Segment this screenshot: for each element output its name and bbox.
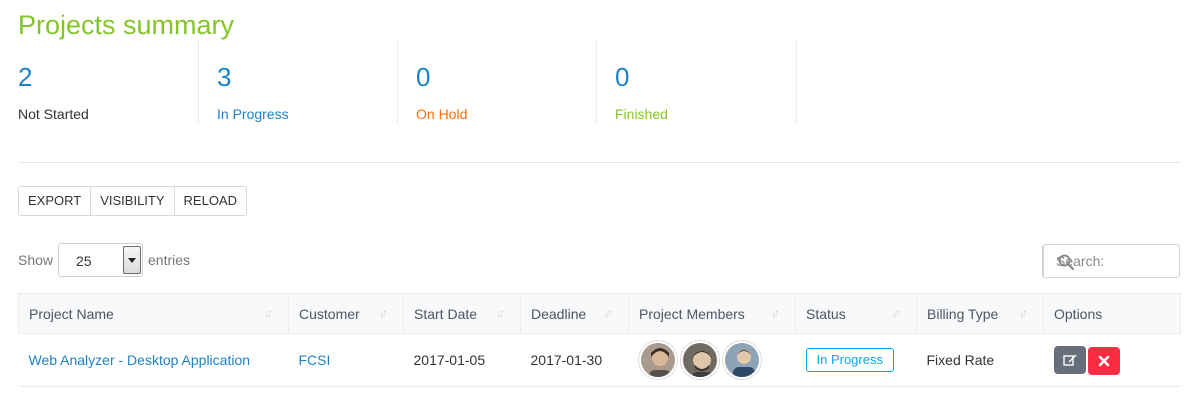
entries-label: entries xyxy=(148,252,191,268)
avatar[interactable] xyxy=(722,341,761,379)
export-button[interactable]: EXPORT xyxy=(19,187,92,215)
column-header-label: Billing Type xyxy=(927,305,999,322)
stat-label[interactable]: On Hold xyxy=(416,106,467,122)
sort-icon: ↓↑ xyxy=(604,306,613,320)
stat-label[interactable]: Finished xyxy=(615,106,668,122)
delete-button[interactable] xyxy=(1087,346,1120,375)
edit-button[interactable] xyxy=(1053,345,1086,374)
stat-count: 3 xyxy=(217,62,232,92)
project-members xyxy=(638,341,786,379)
stat-count: 2 xyxy=(18,62,33,92)
stat-count: 0 xyxy=(416,62,431,92)
column-header-options: Options xyxy=(1043,293,1181,334)
column-header-billing-type[interactable]: Billing Type ↓↑ xyxy=(916,293,1044,334)
visibility-button[interactable]: VISIBILITY xyxy=(91,187,175,215)
sort-icon: ↓↑ xyxy=(1019,306,1028,320)
deadline: 2017-01-30 xyxy=(520,333,629,387)
avatar[interactable] xyxy=(680,341,719,379)
column-header-label: Project Name xyxy=(29,305,114,322)
stat-label[interactable]: Not Started xyxy=(18,106,89,122)
sort-icon: ↓↑ xyxy=(771,306,780,320)
status-badge: In Progress xyxy=(805,348,894,372)
search-icon xyxy=(1043,245,1074,277)
page-length-value: 25 xyxy=(76,253,92,269)
page-title: Projects summary xyxy=(18,10,235,40)
project-name-link[interactable]: Web Analyzer - Desktop Application xyxy=(29,352,251,368)
stat-in-progress: 3 In Progress xyxy=(199,40,398,124)
column-header-label: Project Members xyxy=(639,305,745,322)
column-header-project-name[interactable]: Project Name ↓↑ xyxy=(18,293,289,334)
column-header-label: Options xyxy=(1054,305,1103,322)
sort-icon: ↓↑ xyxy=(892,306,901,320)
sort-icon: ↓↑ xyxy=(496,306,505,320)
stat-not-started: 2 Not Started xyxy=(0,40,199,124)
column-header-deadline[interactable]: Deadline ↓↑ xyxy=(520,293,629,334)
stat-count: 0 xyxy=(615,62,630,92)
column-header-project-members[interactable]: Project Members ↓↑ xyxy=(628,293,796,334)
customer-link[interactable]: FCSI xyxy=(299,352,331,368)
stat-label[interactable]: In Progress xyxy=(217,106,289,122)
table-row: Web Analyzer - Desktop Application FCSI … xyxy=(18,333,1181,387)
column-header-customer[interactable]: Customer ↓↑ xyxy=(288,293,404,334)
edit-icon xyxy=(1062,354,1076,366)
divider xyxy=(18,162,1180,163)
search-box xyxy=(1042,244,1180,278)
projects-table: Project Name ↓↑ Customer ↓↑ Start Date ↓↑ D… xyxy=(18,293,1181,400)
table-toolbar: EXPORT VISIBILITY RELOAD xyxy=(18,186,247,216)
project-summary-stats: 2 Not Started 3 In Progress 0 On Hold 0 … xyxy=(0,40,800,124)
show-label: Show xyxy=(18,252,54,268)
stat-on-hold: 0 On Hold xyxy=(398,40,597,124)
sort-icon: ↓↑ xyxy=(264,306,273,320)
column-header-label: Status xyxy=(806,305,846,322)
sort-icon: ↓↑ xyxy=(379,306,388,320)
reload-button[interactable]: RELOAD xyxy=(174,187,246,215)
page-length-select[interactable]: 25 xyxy=(58,243,143,277)
column-header-label: Customer xyxy=(299,305,360,322)
close-icon xyxy=(1098,355,1109,366)
column-header-start-date[interactable]: Start Date ↓↑ xyxy=(403,293,521,334)
chevron-down-icon[interactable] xyxy=(123,246,141,274)
stat-finished: 0 Finished xyxy=(597,40,797,124)
column-header-status[interactable]: Status ↓↑ xyxy=(795,293,917,334)
billing-type: Fixed Rate xyxy=(916,333,1044,387)
table-row xyxy=(18,386,1181,400)
avatar[interactable] xyxy=(638,341,677,379)
column-header-label: Deadline xyxy=(531,305,587,322)
start-date: 2017-01-05 xyxy=(403,333,521,387)
column-header-label: Start Date xyxy=(414,305,478,322)
